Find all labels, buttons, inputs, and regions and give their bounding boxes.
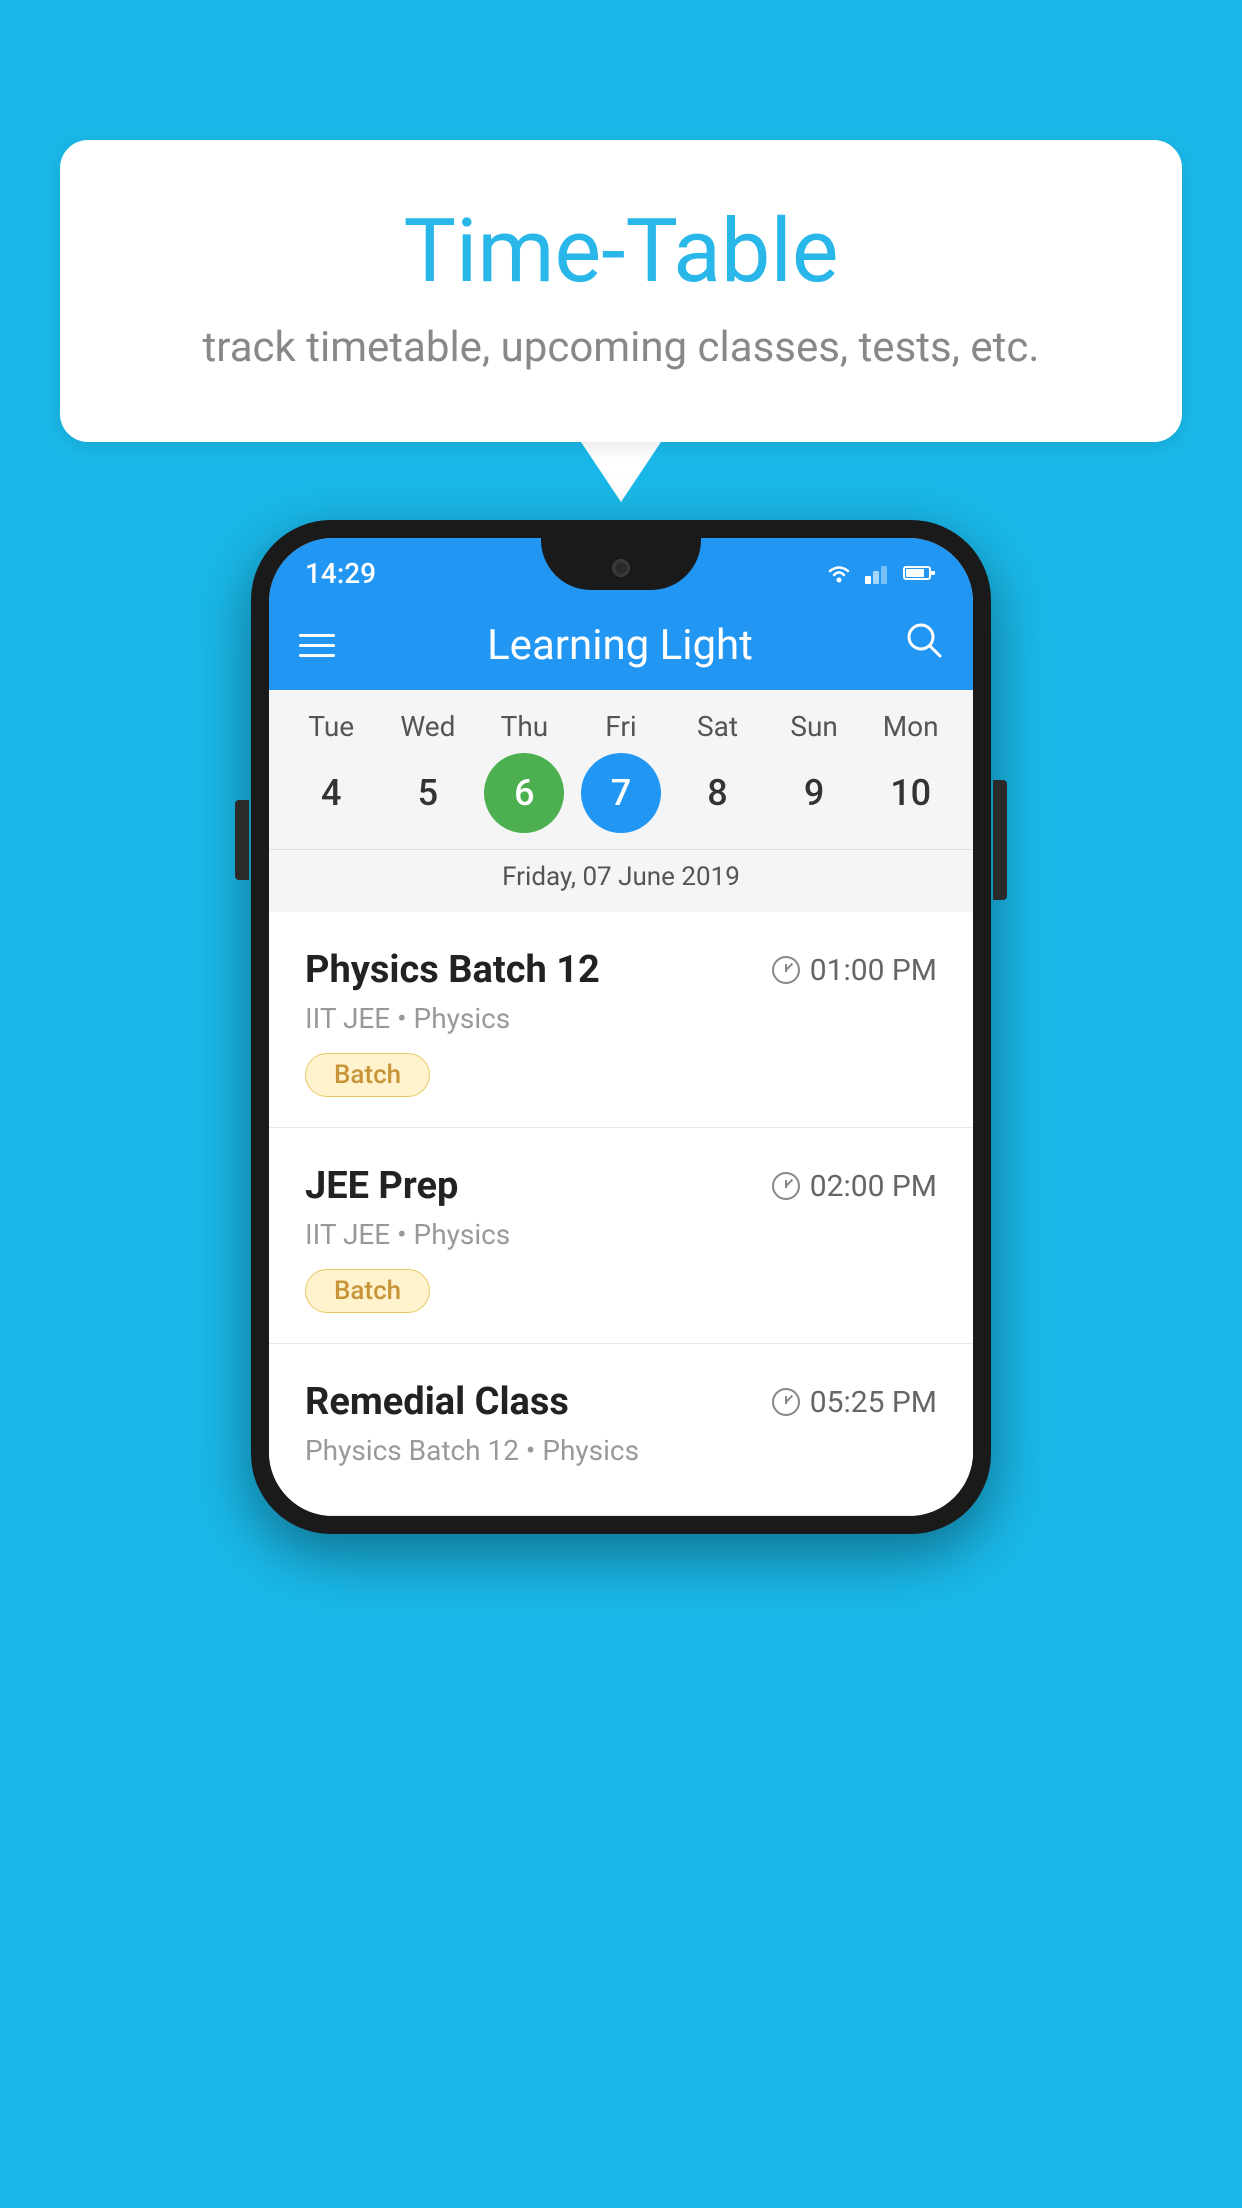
day-header-thu: Thu: [484, 710, 564, 743]
class-time-2: 02:00 PM: [772, 1169, 937, 1204]
class-time-1: 01:00 PM: [772, 953, 937, 988]
app-bar: Learning Light: [269, 600, 973, 690]
day-10[interactable]: 10: [871, 753, 951, 833]
day-6-today[interactable]: 6: [484, 753, 564, 833]
class-card-3-header: Remedial Class 05:25 PM: [305, 1380, 937, 1424]
clock-icon-1: [772, 956, 800, 984]
phone-container: 14:29: [251, 520, 991, 1534]
day-headers: Tue Wed Thu Fri Sat Sun Mon: [269, 710, 973, 743]
menu-icon[interactable]: [299, 634, 335, 657]
class-subtitle-1: IIT JEE • Physics: [305, 1002, 937, 1035]
batch-badge-1: Batch: [305, 1053, 430, 1097]
batch-badge-2: Batch: [305, 1269, 430, 1313]
speech-bubble-arrow: [581, 442, 661, 502]
class-card-2-header: JEE Prep 02:00 PM: [305, 1164, 937, 1208]
class-subtitle-3: Physics Batch 12 • Physics: [305, 1434, 937, 1467]
day-4[interactable]: 4: [291, 753, 371, 833]
battery-icon: [903, 564, 937, 582]
speech-bubble-container: Time-Table track timetable, upcoming cla…: [60, 140, 1182, 502]
class-time-value-2: 02:00 PM: [810, 1169, 937, 1204]
class-card-2[interactable]: JEE Prep 02:00 PM IIT JEE • Physics Batc…: [269, 1128, 973, 1344]
calendar-strip: Tue Wed Thu Fri Sat Sun Mon 4 5 6 7 8 9 …: [269, 690, 973, 912]
class-card-1-header: Physics Batch 12 01:00 PM: [305, 948, 937, 992]
class-card-3[interactable]: Remedial Class 05:25 PM Physics Batch 12…: [269, 1344, 973, 1516]
wifi-icon: [823, 561, 855, 585]
class-title-1: Physics Batch 12: [305, 948, 600, 992]
speech-bubble-subtitle: track timetable, upcoming classes, tests…: [140, 323, 1102, 372]
day-8[interactable]: 8: [678, 753, 758, 833]
clock-icon-2: [772, 1172, 800, 1200]
status-time: 14:29: [305, 557, 376, 590]
class-time-value-3: 05:25 PM: [810, 1385, 937, 1420]
day-header-wed: Wed: [388, 710, 468, 743]
search-icon[interactable]: [905, 621, 943, 669]
day-5[interactable]: 5: [388, 753, 468, 833]
phone-screen: 14:29: [269, 538, 973, 1516]
class-subtitle-2: IIT JEE • Physics: [305, 1218, 937, 1251]
class-card-1[interactable]: Physics Batch 12 01:00 PM IIT JEE • Phys…: [269, 912, 973, 1128]
day-header-tue: Tue: [291, 710, 371, 743]
class-title-3: Remedial Class: [305, 1380, 569, 1424]
speech-bubble-title: Time-Table: [140, 200, 1102, 303]
day-header-sat: Sat: [678, 710, 758, 743]
phone-body: 14:29: [251, 520, 991, 1534]
status-icons: [823, 561, 937, 585]
class-time-3: 05:25 PM: [772, 1385, 937, 1420]
phone-notch: [541, 538, 701, 590]
day-9[interactable]: 9: [774, 753, 854, 833]
day-7-selected[interactable]: 7: [581, 753, 661, 833]
class-time-value-1: 01:00 PM: [810, 953, 937, 988]
day-header-sun: Sun: [774, 710, 854, 743]
camera-icon: [612, 559, 630, 577]
class-title-2: JEE Prep: [305, 1164, 458, 1208]
signal-icon: [865, 562, 893, 584]
clock-icon-3: [772, 1388, 800, 1416]
app-bar-title: Learning Light: [487, 621, 753, 670]
day-numbers: 4 5 6 7 8 9 10: [269, 753, 973, 833]
day-header-mon: Mon: [871, 710, 951, 743]
day-header-fri: Fri: [581, 710, 661, 743]
classes-list: Physics Batch 12 01:00 PM IIT JEE • Phys…: [269, 912, 973, 1516]
selected-date-label: Friday, 07 June 2019: [269, 849, 973, 912]
speech-bubble: Time-Table track timetable, upcoming cla…: [60, 140, 1182, 442]
